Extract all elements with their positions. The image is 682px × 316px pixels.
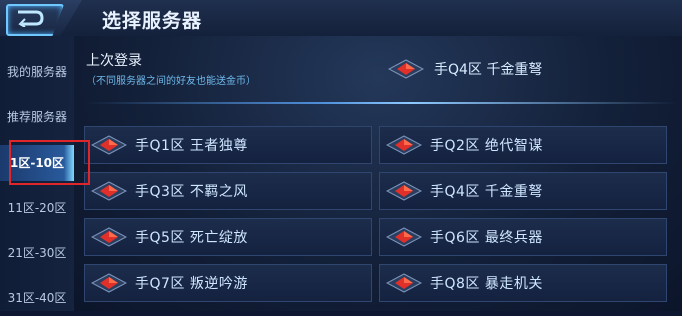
sidebar-item-zone-21-30[interactable]: 21区-30区 bbox=[0, 235, 74, 271]
server-item[interactable]: 手Q8区 暴走机关 bbox=[379, 264, 667, 302]
server-gem-icon bbox=[388, 59, 424, 79]
server-label: 手Q4区 千金重弩 bbox=[430, 184, 543, 200]
server-item[interactable]: 手Q5区 死亡绽放 bbox=[84, 218, 372, 256]
server-item[interactable]: 手Q1区 王者独尊 bbox=[84, 126, 372, 164]
sidebar-item-my-servers[interactable]: 我的服务器 bbox=[0, 54, 74, 90]
server-gem-icon bbox=[386, 273, 422, 293]
back-button[interactable] bbox=[0, 0, 82, 38]
server-item[interactable]: 手Q4区 千金重弩 bbox=[379, 172, 667, 210]
server-gem-icon bbox=[386, 227, 422, 247]
top-bar: 选择服务器 bbox=[0, 0, 682, 38]
server-label: 手Q1区 王者独尊 bbox=[135, 138, 248, 154]
sidebar-item-zone-11-20[interactable]: 11区-20区 bbox=[0, 190, 74, 226]
server-gem-icon bbox=[386, 135, 422, 155]
sidebar-item-recommended[interactable]: 推荐服务器 bbox=[0, 99, 74, 135]
last-login-title: 上次登录 bbox=[86, 53, 142, 69]
server-gem-icon bbox=[91, 273, 127, 293]
server-gem-icon bbox=[91, 227, 127, 247]
server-label: 手Q8区 暴走机关 bbox=[430, 276, 543, 292]
server-item[interactable]: 手Q3区 不羁之风 bbox=[84, 172, 372, 210]
last-login-server-label: 手Q4区 千金重弩 bbox=[434, 62, 543, 78]
last-login-subtitle: （不同服务器之间的好友也能送金币） bbox=[86, 76, 256, 87]
server-label: 手Q5区 死亡绽放 bbox=[135, 230, 248, 246]
back-arrow-icon bbox=[18, 10, 44, 27]
server-label: 手Q2区 绝代智谋 bbox=[430, 138, 543, 154]
page-title: 选择服务器 bbox=[102, 10, 203, 32]
server-gem-icon bbox=[91, 135, 127, 155]
server-gem-icon bbox=[386, 181, 422, 201]
server-label: 手Q6区 最终兵器 bbox=[430, 230, 543, 246]
server-label: 手Q7区 叛逆吟游 bbox=[135, 276, 248, 292]
server-item[interactable]: 手Q2区 绝代智谋 bbox=[379, 126, 667, 164]
server-item[interactable]: 手Q6区 最终兵器 bbox=[379, 218, 667, 256]
sidebar-item-zone-1-10[interactable]: 1区-10区 bbox=[0, 145, 74, 181]
server-item[interactable]: 手Q7区 叛逆吟游 bbox=[84, 264, 372, 302]
last-login-server[interactable]: 手Q4区 千金重弩 bbox=[388, 56, 542, 82]
server-gem-icon bbox=[91, 181, 127, 201]
server-label: 手Q3区 不羁之风 bbox=[135, 184, 248, 200]
divider bbox=[86, 102, 676, 104]
sidebar: 我的服务器 推荐服务器 1区-10区 11区-20区 21区-30区 31区-4… bbox=[0, 36, 75, 311]
